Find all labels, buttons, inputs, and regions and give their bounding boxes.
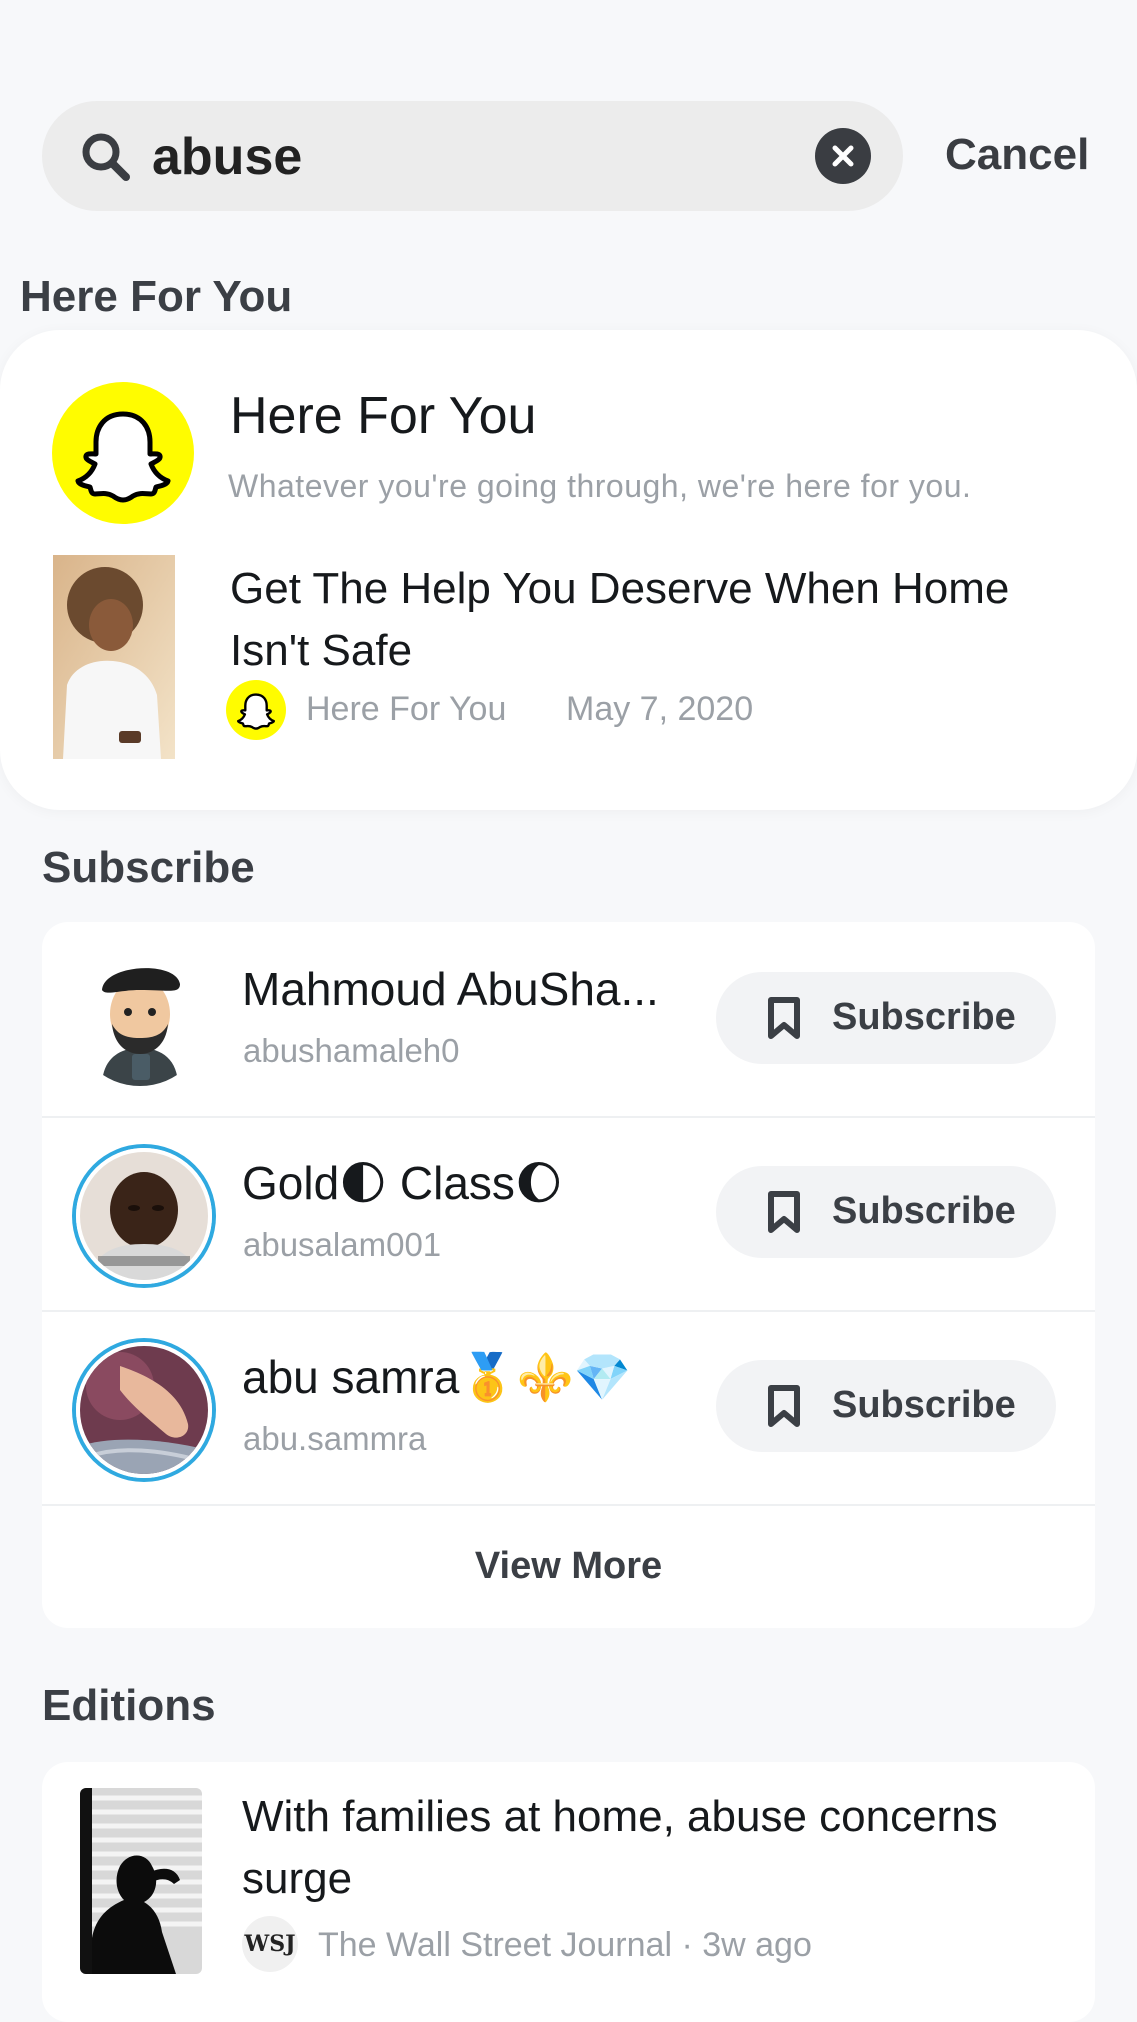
woman-reading-phone-image	[53, 555, 175, 759]
bitmoji-avatar-image	[72, 950, 208, 1086]
silhouette-image	[80, 1788, 202, 1974]
profile-photo-image	[80, 1152, 208, 1280]
cancel-button[interactable]: Cancel	[945, 130, 1089, 180]
subscribe-card: Mahmoud AbuSha... abushamaleh0 Subscribe…	[42, 922, 1095, 1628]
story-title[interactable]: Get The Help You Deserve When Home Isn't…	[230, 558, 1010, 682]
avatar	[76, 1342, 212, 1478]
subscribe-button[interactable]: Subscribe	[716, 972, 1056, 1064]
story-date: May 7, 2020	[566, 690, 754, 728]
profile-photo-image	[80, 1346, 208, 1474]
section-title-editions: Editions	[42, 1681, 216, 1730]
subscribe-name: Mahmoud AbuSha...	[242, 963, 659, 1015]
subscribe-name: abu samra🥇⚜️💎	[242, 1351, 632, 1403]
subscribe-button-label: Subscribe	[832, 1190, 1016, 1232]
section-title-subscribe: Subscribe	[42, 843, 255, 892]
publisher-avatar	[226, 680, 286, 740]
subscribe-button[interactable]: Subscribe	[716, 1166, 1056, 1258]
edition-publisher: The Wall Street Journal · 3w ago	[318, 1926, 812, 1964]
here-for-you-card: Here For You Whatever you're going throu…	[0, 330, 1137, 810]
ghost-icon	[236, 693, 276, 730]
close-icon	[832, 145, 854, 167]
here-for-you-tagline: Whatever you're going through, we're her…	[228, 468, 972, 504]
section-title-here-for-you: Here For You	[20, 272, 293, 321]
search-icon	[80, 131, 132, 183]
subscribe-row[interactable]: Mahmoud AbuSha... abushamaleh0 Subscribe	[42, 922, 1095, 1118]
bookmark-icon	[768, 997, 800, 1039]
search-input[interactable]: abuse	[152, 127, 302, 187]
subscribe-row[interactable]: Gold🌓 Class🌔 abusalam001 Subscribe	[42, 1116, 1095, 1312]
subscribe-button-label: Subscribe	[832, 1384, 1016, 1426]
subscribe-handle: abushamaleh0	[243, 1032, 460, 1069]
subscribe-button-label: Subscribe	[832, 996, 1016, 1038]
bookmark-icon	[768, 1191, 800, 1233]
story-thumbnail[interactable]	[53, 555, 175, 759]
ghost-icon	[75, 411, 171, 503]
story-publisher: Here For You	[306, 690, 507, 728]
edition-card[interactable]: With families at home, abuse concerns su…	[42, 1762, 1095, 2022]
bookmark-icon	[768, 1385, 800, 1427]
publisher-logo: WSJ	[242, 1916, 298, 1972]
search-bar[interactable]: abuse	[42, 101, 903, 211]
subscribe-button[interactable]: Subscribe	[716, 1360, 1056, 1452]
subscribe-handle: abu.sammra	[243, 1420, 427, 1457]
view-more-button[interactable]: View More	[42, 1504, 1095, 1628]
subscribe-row[interactable]: abu samra🥇⚜️💎 abu.sammra Subscribe	[42, 1310, 1095, 1506]
here-for-you-title[interactable]: Here For You	[230, 386, 536, 446]
avatar	[72, 950, 208, 1086]
edition-title: With families at home, abuse concerns su…	[242, 1792, 998, 1903]
avatar	[76, 1148, 212, 1284]
subscribe-handle: abusalam001	[243, 1226, 442, 1263]
subscribe-name: Gold🌓 Class🌔	[242, 1157, 563, 1209]
here-for-you-publisher-logo[interactable]	[52, 382, 194, 524]
clear-search-button[interactable]	[815, 128, 871, 184]
edition-thumbnail	[80, 1788, 202, 1974]
